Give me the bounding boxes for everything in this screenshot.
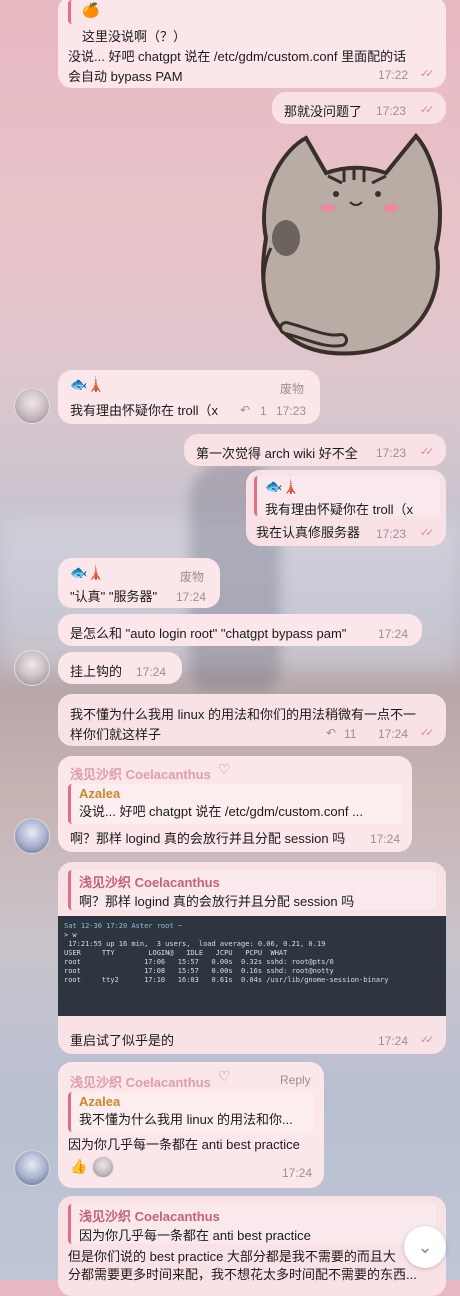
message-bubble[interactable]: 浅见沙织 Coelacanthus ♡ Reply Azalea 我不懂为什么我… (58, 1062, 324, 1188)
terminal-line: root 17:08 15:57 0.00s 0.16s sshd: root@… (64, 967, 334, 975)
avatar[interactable] (14, 388, 50, 424)
quoted-message[interactable]: 🐟🗼 我有理由怀疑你在 troll（x (254, 476, 440, 517)
double-check-icon: ✓✓ (420, 1034, 435, 1046)
quoted-message[interactable]: Azalea 没说... 好吧 chatgpt 说在 /etc/gdm/cust… (68, 784, 402, 824)
avatar[interactable] (14, 650, 50, 686)
message-bubble[interactable]: 浅见沙织 Coelacanthus ♡ Azalea 没说... 好吧 chat… (58, 756, 412, 852)
reply-tag: Reply (280, 1073, 311, 1087)
message-text: 我有理由怀疑你在 troll（x (70, 403, 219, 418)
quoted-text: 因为你几乎每一条都在 anti best practice (79, 1228, 311, 1243)
message-text: 但是你们说的 best practice 大部分都是我不需要的而且大 (68, 1249, 396, 1264)
sender-name[interactable]: 浅见沙织 Coelacanthus (70, 764, 211, 783)
message-time: 17:22 (378, 68, 409, 82)
quoted-message[interactable]: 浅见沙织 Coelacanthus 啊？那样 logind 真的会放行并且分配 … (68, 870, 436, 910)
quoted-message[interactable]: Azalea 我不懂为什么我用 linux 的用法和你... (68, 1092, 314, 1132)
terminal-prompt: Sat 12-30 17:20 Aster root ~ (64, 922, 183, 930)
quoted-message[interactable]: 浅见沙织 Coelacanthus 因为你几乎每一条都在 anti best p… (68, 1204, 436, 1244)
reaction-avatar (92, 1156, 114, 1178)
message-text: 会自动 bypass PAM (68, 69, 183, 84)
scroll-to-bottom-button[interactable]: ⌄ (404, 1226, 446, 1268)
sender-name[interactable]: 浅见沙织 Coelacanthus (70, 1072, 211, 1091)
message-text: 没说... 好吧 chatgpt 说在 /etc/gdm/custom.conf… (68, 49, 407, 64)
quoted-text: 没说... 好吧 chatgpt 说在 /etc/gdm/custom.conf… (79, 804, 363, 819)
message-bubble[interactable]: 🐟🗼 废物 我有理由怀疑你在 troll（x ↶ 1 17:23 (58, 370, 320, 424)
message-text: 样你们就这样子 (70, 727, 162, 742)
message-time: 17:23 (376, 446, 407, 460)
double-check-icon: ✓✓ (420, 104, 435, 116)
quoted-text: 我有理由怀疑你在 troll（x (265, 502, 414, 517)
terminal-line: 17:21:55 up 16 min, 3 users, load averag… (64, 940, 326, 948)
fish-emoji: 🐟🗼 (70, 376, 105, 392)
message-text: 第一次觉得 arch wiki 好不全 (196, 446, 358, 461)
avatar[interactable] (14, 818, 50, 854)
quoted-name: Azalea (79, 1094, 121, 1109)
message-time: 17:23 (376, 527, 407, 541)
message-time: 17:23 (276, 404, 307, 418)
terminal-line: root tty2 17:10 16:03 0.61s 0.04s /usr/l… (64, 976, 389, 984)
double-check-icon: ✓✓ (420, 727, 435, 739)
pusheen-cat-sticker[interactable] (246, 128, 446, 358)
message-time: 17:24 (370, 832, 401, 846)
reply-count: 1 (260, 404, 267, 418)
message-bubble[interactable]: 我不懂为什么我用 linux 的用法和你们的用法稍微有一点不一 样你们就这样子 … (58, 694, 446, 746)
message-time: 17:24 (378, 627, 409, 641)
message-text: 分都需要更多时间来配，我不想花太多时间配不需要的东西... (68, 1267, 417, 1282)
message-time: 17:24 (176, 590, 207, 604)
message-bubble[interactable]: 🐟🗼 我有理由怀疑你在 troll（x 我在认真修服务器 17:23 ✓✓ (246, 470, 446, 546)
chevron-down-icon: ⌄ (417, 1236, 433, 1257)
orange-emoji: 🍊 (82, 2, 100, 18)
reply-count: 11 (344, 727, 357, 741)
message-bubble[interactable]: 是怎么和 "auto login root" "chatgpt bypass p… (58, 614, 422, 646)
quoted-name: 浅见沙织 Coelacanthus (79, 875, 220, 890)
message-bubble[interactable]: 🍊 这里没说啊（？） 没说... 好吧 chatgpt 说在 /etc/gdm/… (58, 0, 446, 88)
sender-tag: 废物 (180, 570, 205, 584)
heart-icon: ♡ (218, 1068, 231, 1084)
quoted-text: 我不懂为什么我用 linux 的用法和你... (79, 1112, 293, 1127)
fish-emoji: 🐟🗼 (265, 478, 300, 494)
double-check-icon: ✓✓ (420, 68, 435, 80)
avatar[interactable] (14, 1150, 50, 1186)
heart-icon: ♡ (218, 761, 231, 777)
message-text: 挂上钩的 (70, 664, 123, 679)
message-text: 因为你几乎每一条都在 anti best practice (68, 1137, 300, 1152)
sender-tag: 废物 (280, 382, 305, 396)
terminal-screenshot[interactable]: Sat 12-30 17:20 Aster root ~ > w 17:21:5… (58, 916, 446, 1016)
fish-emoji: 🐟🗼 (70, 564, 105, 580)
thumbs-up-reaction[interactable]: 👍 (70, 1158, 87, 1175)
message-text: 这里没说啊（？） (82, 29, 187, 44)
terminal-line: root 17:06 15:57 0.00s 0.32s sshd: root@… (64, 958, 334, 966)
reply-arrow-icon[interactable]: ↶ (326, 726, 336, 740)
quoted-text: 啊？那样 logind 真的会放行并且分配 session 吗 (79, 894, 355, 909)
message-bubble[interactable]: 第一次觉得 arch wiki 好不全 17:23 ✓✓ (184, 434, 446, 466)
terminal-command: > w (64, 931, 77, 939)
double-check-icon: ✓✓ (420, 527, 435, 539)
reply-arrow-icon[interactable]: ↶ (240, 403, 250, 417)
message-text: "认真" "服务器" (70, 589, 158, 604)
message-text: 重启试了似乎是的 (70, 1033, 175, 1048)
message-text: 是怎么和 "auto login root" "chatgpt bypass p… (70, 626, 347, 641)
quoted-name: 浅见沙织 Coelacanthus (79, 1209, 220, 1224)
message-time: 17:24 (136, 665, 167, 679)
message-time: 17:23 (376, 104, 407, 118)
message-bubble[interactable]: 浅见沙织 Coelacanthus 因为你几乎每一条都在 anti best p… (58, 1196, 446, 1296)
message-text: 那就没问题了 (284, 104, 363, 119)
message-text: 我在认真修服务器 (256, 525, 361, 540)
message-time: 17:24 (378, 727, 409, 741)
message-text: 啊？那样 logind 真的会放行并且分配 session 吗 (70, 831, 346, 846)
message-bubble[interactable]: 那就没问题了 17:23 ✓✓ (272, 92, 446, 124)
quoted-name: Azalea (79, 786, 121, 801)
double-check-icon: ✓✓ (420, 446, 435, 458)
message-time: 17:24 (378, 1034, 409, 1048)
terminal-line: USER TTY LOGIN@ IDLE JCPU PCPU WHAT (64, 949, 288, 957)
message-bubble[interactable]: 挂上钩的 17:24 (58, 652, 182, 684)
message-text: 我不懂为什么我用 linux 的用法和你们的用法稍微有一点不一 (70, 707, 416, 722)
message-time: 17:24 (282, 1166, 313, 1180)
message-bubble[interactable]: 🐟🗼 废物 "认真" "服务器" 17:24 (58, 558, 220, 608)
